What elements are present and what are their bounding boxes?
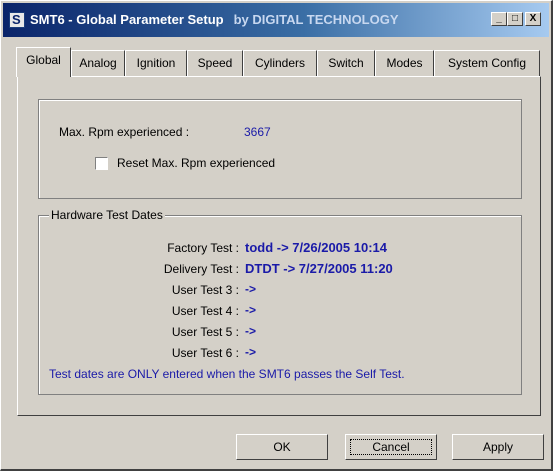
cancel-focus-ring (350, 439, 432, 455)
user-test-5-value: -> (245, 324, 257, 338)
tab-panel-global: Max. Rpm experienced : 3667 Reset Max. R… (17, 76, 541, 416)
user-test-6-value: -> (245, 345, 257, 359)
user-test-4-label: User Test 4 : (171, 304, 239, 318)
test-dates-note: Test dates are ONLY entered when the SMT… (49, 367, 405, 381)
tab-cylinders[interactable]: Cylinders (243, 50, 317, 76)
app-icon[interactable]: S (9, 12, 25, 28)
factory-test-label: Factory Test : (167, 241, 239, 255)
window-title: SMT6 - Global Parameter Setup by DIGITAL … (30, 12, 399, 27)
minimize-button[interactable]: _ (491, 12, 507, 26)
close-button[interactable]: X (525, 12, 541, 26)
delivery-test-value: DTDT -> 7/27/2005 11:20 (245, 261, 393, 276)
window-title-suffix: by DIGITAL TECHNOLOGY (233, 12, 399, 27)
apply-button[interactable]: Apply (452, 434, 544, 460)
ok-button[interactable]: OK (236, 434, 328, 460)
window-title-main: SMT6 - Global Parameter Setup (30, 12, 224, 27)
title-bar[interactable]: S SMT6 - Global Parameter Setup by DIGITA… (3, 3, 549, 37)
tab-switch[interactable]: Switch (317, 50, 375, 76)
tab-system-config[interactable]: System Config (434, 50, 540, 76)
tab-ignition[interactable]: Ignition (125, 50, 187, 76)
tab-analog[interactable]: Analog (71, 50, 125, 76)
tab-speed[interactable]: Speed (187, 50, 243, 76)
max-rpm-value: 3667 (244, 125, 271, 139)
hardware-test-dates-label: Hardware Test Dates (49, 208, 165, 222)
tab-global[interactable]: Global (16, 47, 71, 77)
reset-max-rpm-checkbox[interactable] (95, 157, 108, 170)
maximize-button[interactable]: □ (507, 12, 523, 26)
user-test-4-value: -> (245, 303, 257, 317)
user-test-3-value: -> (245, 282, 257, 296)
dialog-window: S SMT6 - Global Parameter Setup by DIGITA… (0, 0, 553, 471)
user-test-3-label: User Test 3 : (171, 283, 239, 297)
rpm-group: Max. Rpm experienced : 3667 Reset Max. R… (38, 99, 522, 199)
hardware-test-dates-group: Hardware Test Dates Factory Test : todd … (38, 208, 522, 395)
max-rpm-label: Max. Rpm experienced : (59, 125, 190, 139)
reset-max-rpm-label[interactable]: Reset Max. Rpm experienced (117, 156, 275, 170)
user-test-6-label: User Test 6 : (171, 346, 239, 360)
tab-modes[interactable]: Modes (375, 50, 434, 76)
cancel-button[interactable]: Cancel (345, 434, 437, 460)
factory-test-value: todd -> 7/26/2005 10:14 (245, 240, 387, 255)
delivery-test-label: Delivery Test : (163, 262, 239, 276)
user-test-5-label: User Test 5 : (171, 325, 239, 339)
